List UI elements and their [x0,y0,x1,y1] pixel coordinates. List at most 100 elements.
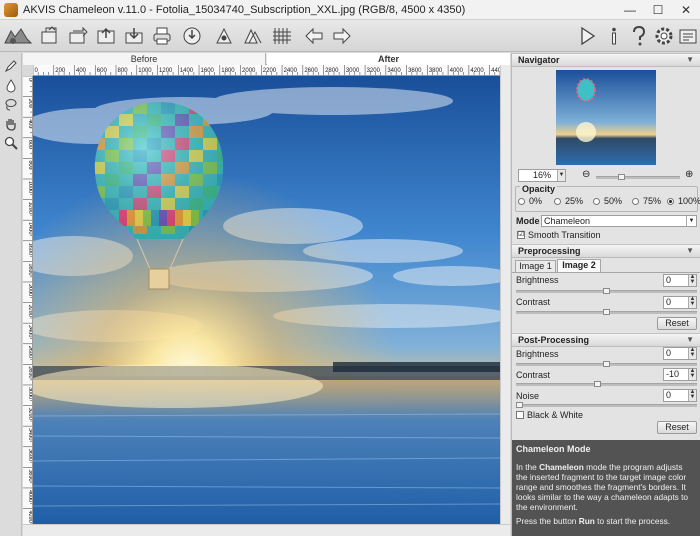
pre-contrast-label: Contrast [516,297,551,307]
pre-brightness-slider[interactable] [516,288,697,294]
open-icon[interactable] [38,24,62,48]
zoom-out-icon[interactable]: ⊖ [582,169,590,180]
pre-contrast-slider[interactable] [516,309,697,315]
spin-arrows-icon[interactable]: ▲ ▼ [688,368,696,380]
hint-paragraph-1: In the Chameleon mode the program adjust… [516,462,696,512]
pre-contrast-knob[interactable] [603,309,610,315]
chevron-down-icon[interactable]: ▼ [686,245,694,257]
noise-slider[interactable] [516,402,697,408]
zoom-icon[interactable] [2,134,20,152]
forward-arrow-icon[interactable] [330,24,354,48]
mode-select[interactable]: Chameleon ▼ [541,215,697,227]
post-contrast-input[interactable]: -10 ▲ ▼ [663,368,697,381]
info-icon[interactable] [602,24,626,48]
horizontal-scrollbar[interactable] [23,524,510,536]
tab-after[interactable]: After [267,53,510,65]
navigator-header[interactable]: Navigator ▼ [512,53,700,67]
ruler-label: 3200 [367,68,381,74]
vertical-scrollbar[interactable] [500,65,510,524]
export-icon[interactable] [180,24,204,48]
post-brightness-slider[interactable] [516,361,697,367]
pre-brightness-knob[interactable] [603,288,610,294]
hand-icon[interactable] [2,115,20,133]
swap-icon[interactable] [66,24,90,48]
spin-arrows-icon[interactable]: ▲ ▼ [688,274,696,286]
pre-reset-button[interactable]: Reset [657,317,697,330]
noise-input[interactable]: 0 ▲ ▼ [663,389,697,402]
grid-icon[interactable] [270,24,294,48]
noise-knob[interactable] [516,402,523,408]
opacity-radio[interactable] [632,198,639,205]
opacity-radio[interactable] [554,198,561,205]
help-icon[interactable] [627,24,651,48]
print-icon[interactable] [150,24,174,48]
opacity-radio[interactable] [593,198,600,205]
post-contrast-slider[interactable] [516,381,697,387]
zoom-dropdown-icon[interactable]: ▼ [557,170,565,181]
pre-contrast-value: 0 [666,297,672,307]
postprocessing-header[interactable]: Post-Processing ▼ [512,333,700,347]
image-canvas[interactable] [33,76,500,524]
tab-image-2[interactable]: Image 2 [557,259,601,272]
zoom-slider[interactable] [596,174,680,180]
maximize-button[interactable]: ☐ [644,0,672,20]
ruler-label: 4200 [470,68,484,74]
pre-contrast-input[interactable]: 0 ▲ ▼ [663,296,697,309]
hint-text: Press the button [516,516,579,526]
upload-icon[interactable] [94,24,118,48]
lasso-icon[interactable] [2,96,20,114]
zoom-in-icon[interactable]: ⊕ [685,169,693,180]
opacity-radio[interactable] [667,198,674,205]
chevron-down-icon[interactable]: ▼ [686,334,694,346]
close-button[interactable]: ✕ [672,0,700,20]
smooth-transition-checkbox[interactable]: ☑ [517,231,525,239]
back-arrow-icon[interactable] [302,24,326,48]
news-icon[interactable] [676,24,700,48]
hint-panel: Chameleon Mode In the Chameleon mode the… [512,440,700,536]
ruler-label: 400 [76,68,87,74]
spin-arrows-icon[interactable]: ▲ ▼ [688,389,696,401]
ruler-label: 1800 [221,68,235,74]
zoom-slider-knob[interactable] [618,174,625,180]
drop-icon[interactable] [2,77,20,95]
logo-icon[interactable] [3,24,33,48]
opacity-option-label: 0% [529,196,543,206]
opacity-radio[interactable] [518,198,525,205]
tab-before[interactable]: Before [23,53,266,65]
selection-pen-icon[interactable] [2,57,20,75]
navigator-title: Navigator [518,55,560,65]
post-brightness-knob[interactable] [603,361,610,367]
post-brightness-input[interactable]: 0 ▲ ▼ [663,347,697,360]
chevron-down-icon[interactable]: ▼ [686,216,696,226]
opacity-option-label: 50% [604,196,623,206]
tab-divider [512,272,700,273]
noise-value: 0 [666,390,672,400]
batch-icon[interactable] [240,24,264,48]
ruler-label: 600 [97,68,108,74]
post-brightness-value: 0 [666,348,672,358]
spin-arrows-icon[interactable]: ▲ ▼ [688,347,696,359]
preprocessing-header[interactable]: Preprocessing ▼ [512,244,700,258]
zoom-field[interactable]: 16% ▼ [518,169,566,182]
ruler-label: 1000 [138,68,152,74]
save-icon[interactable] [122,24,146,48]
post-reset-button[interactable]: Reset [657,421,697,434]
toolbar [0,20,700,52]
run-icon[interactable] [575,24,599,48]
hint-bold-run: Run [578,516,595,526]
tab-image-1[interactable]: Image 1 [515,260,556,272]
minimize-button[interactable]: — [616,0,644,20]
black-white-checkbox[interactable] [516,411,524,419]
chevron-down-icon[interactable]: ▼ [686,54,694,66]
ruler-label: 3600 [408,68,422,74]
post-contrast-knob[interactable] [594,381,601,387]
zoom-value: 16% [532,170,551,180]
navigator-preview[interactable] [556,70,656,165]
spin-arrows-icon[interactable]: ▲ ▼ [688,296,696,308]
hint-paragraph-2: Press the button Run to start the proces… [516,516,696,526]
pre-brightness-input[interactable]: 0 ▲ ▼ [663,274,697,287]
ruler-label: 3000 [346,68,360,74]
settings-icon[interactable] [652,24,676,48]
opacity-option-label: 100% [678,196,700,206]
share-icon[interactable] [212,24,236,48]
